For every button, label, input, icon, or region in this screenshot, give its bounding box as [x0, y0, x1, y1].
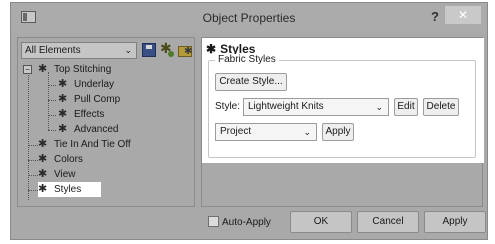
- title-bar[interactable]: Object Properties ? ✕: [11, 3, 487, 33]
- tree-item-top-stitching[interactable]: ✱ Top Stitching: [38, 62, 111, 77]
- folder-gear-icon[interactable]: [178, 43, 192, 57]
- gear-icon: ✱: [38, 183, 48, 195]
- tree-connector: [48, 100, 56, 101]
- edit-button[interactable]: Edit: [394, 98, 418, 116]
- apply-button[interactable]: Apply: [424, 211, 486, 233]
- group-title: Fabric Styles: [215, 54, 279, 65]
- gear-icon: ✱: [38, 138, 48, 150]
- tree-item-label: Top Stitching: [54, 64, 112, 75]
- scope-dropdown[interactable]: Project ⌄: [215, 123, 317, 141]
- styles-section: ✱ Styles Fabric Styles Create Style... St…: [202, 38, 484, 163]
- style-dropdown[interactable]: Lightweight Knits ⌄: [243, 98, 389, 116]
- chevron-down-icon: ⌄: [375, 102, 383, 112]
- dialog-title: Object Properties: [202, 11, 296, 25]
- tree-connector: [28, 190, 38, 191]
- tree-item-tie-in-and-tie-off[interactable]: ✱ Tie In And Tie Off: [38, 137, 131, 152]
- create-style-button[interactable]: Create Style...: [215, 73, 287, 91]
- tree-item-label: Tie In And Tie Off: [54, 139, 131, 150]
- tree-item-label: Advanced: [74, 124, 119, 135]
- gear-icon: ✱: [58, 78, 68, 90]
- close-button[interactable]: ✕: [445, 6, 481, 24]
- gear-add-icon[interactable]: [160, 40, 174, 57]
- gear-icon: ✱: [38, 168, 48, 180]
- chevron-down-icon: ⌄: [124, 45, 132, 55]
- tree-connector: [48, 85, 56, 86]
- tree-item-label: Pull Comp: [74, 94, 121, 105]
- ok-button[interactable]: OK: [290, 211, 352, 233]
- tree-collapse-toggle[interactable]: −: [23, 65, 32, 74]
- tree-item-label: Underlay: [74, 79, 115, 90]
- gear-icon: ✱: [38, 153, 48, 165]
- style-dropdown-value: Lightweight Knits: [248, 101, 324, 112]
- gear-icon: ✱: [38, 63, 48, 75]
- delete-button[interactable]: Delete: [423, 98, 459, 116]
- tree-item-label: Colors: [54, 154, 83, 165]
- gear-icon: ✱: [58, 123, 68, 135]
- tree-item-label: Styles: [54, 184, 82, 195]
- chevron-down-icon: ⌄: [303, 127, 311, 137]
- tree-connector: [28, 160, 38, 161]
- tree-item-underlay[interactable]: ✱ Underlay: [58, 77, 114, 92]
- save-icon[interactable]: [142, 43, 156, 57]
- tree-connector: [28, 145, 38, 146]
- scope-dropdown-value: Project: [220, 126, 252, 137]
- cancel-button[interactable]: Cancel: [357, 211, 419, 233]
- tree-item-advanced[interactable]: ✱ Advanced: [58, 122, 118, 137]
- tree-connector: [28, 175, 38, 176]
- properties-panel: ✱ Styles Fabric Styles Create Style... St…: [201, 37, 484, 207]
- tree-connector: [48, 72, 49, 130]
- fabric-styles-group: Fabric Styles Create Style... Style: Lig…: [208, 54, 476, 158]
- object-properties-dialog: Object Properties ? ✕ All Elements ⌄ − ✱: [10, 2, 488, 240]
- element-filter-dropdown[interactable]: All Elements ⌄: [21, 42, 137, 59]
- style-label: Style:: [215, 101, 241, 112]
- gear-icon: ✱: [58, 93, 68, 105]
- tree-item-label: View: [54, 169, 76, 180]
- tree-connector: [48, 130, 56, 131]
- auto-apply-checkbox[interactable]: [208, 216, 219, 227]
- tree-item-styles[interactable]: ✱ Styles: [38, 182, 102, 197]
- tree-connector: [48, 115, 56, 116]
- element-tree-panel: All Elements ⌄ − ✱ Top Stitching ✱ Underla…: [17, 37, 195, 207]
- tree-item-effects[interactable]: ✱ Effects: [58, 107, 104, 122]
- tree-item-pull-comp[interactable]: ✱ Pull Comp: [58, 92, 120, 107]
- tree-item-colors[interactable]: ✱ Colors: [38, 152, 83, 167]
- element-filter-value: All Elements: [25, 45, 81, 56]
- apply-style-button[interactable]: Apply: [322, 123, 354, 141]
- tree-connector: [28, 72, 29, 200]
- auto-apply-label: Auto-Apply: [222, 217, 271, 228]
- tree-item-view[interactable]: ✱ View: [38, 167, 76, 182]
- help-button[interactable]: ?: [431, 9, 439, 24]
- tree-item-label: Effects: [74, 109, 105, 120]
- gear-icon: ✱: [58, 108, 68, 120]
